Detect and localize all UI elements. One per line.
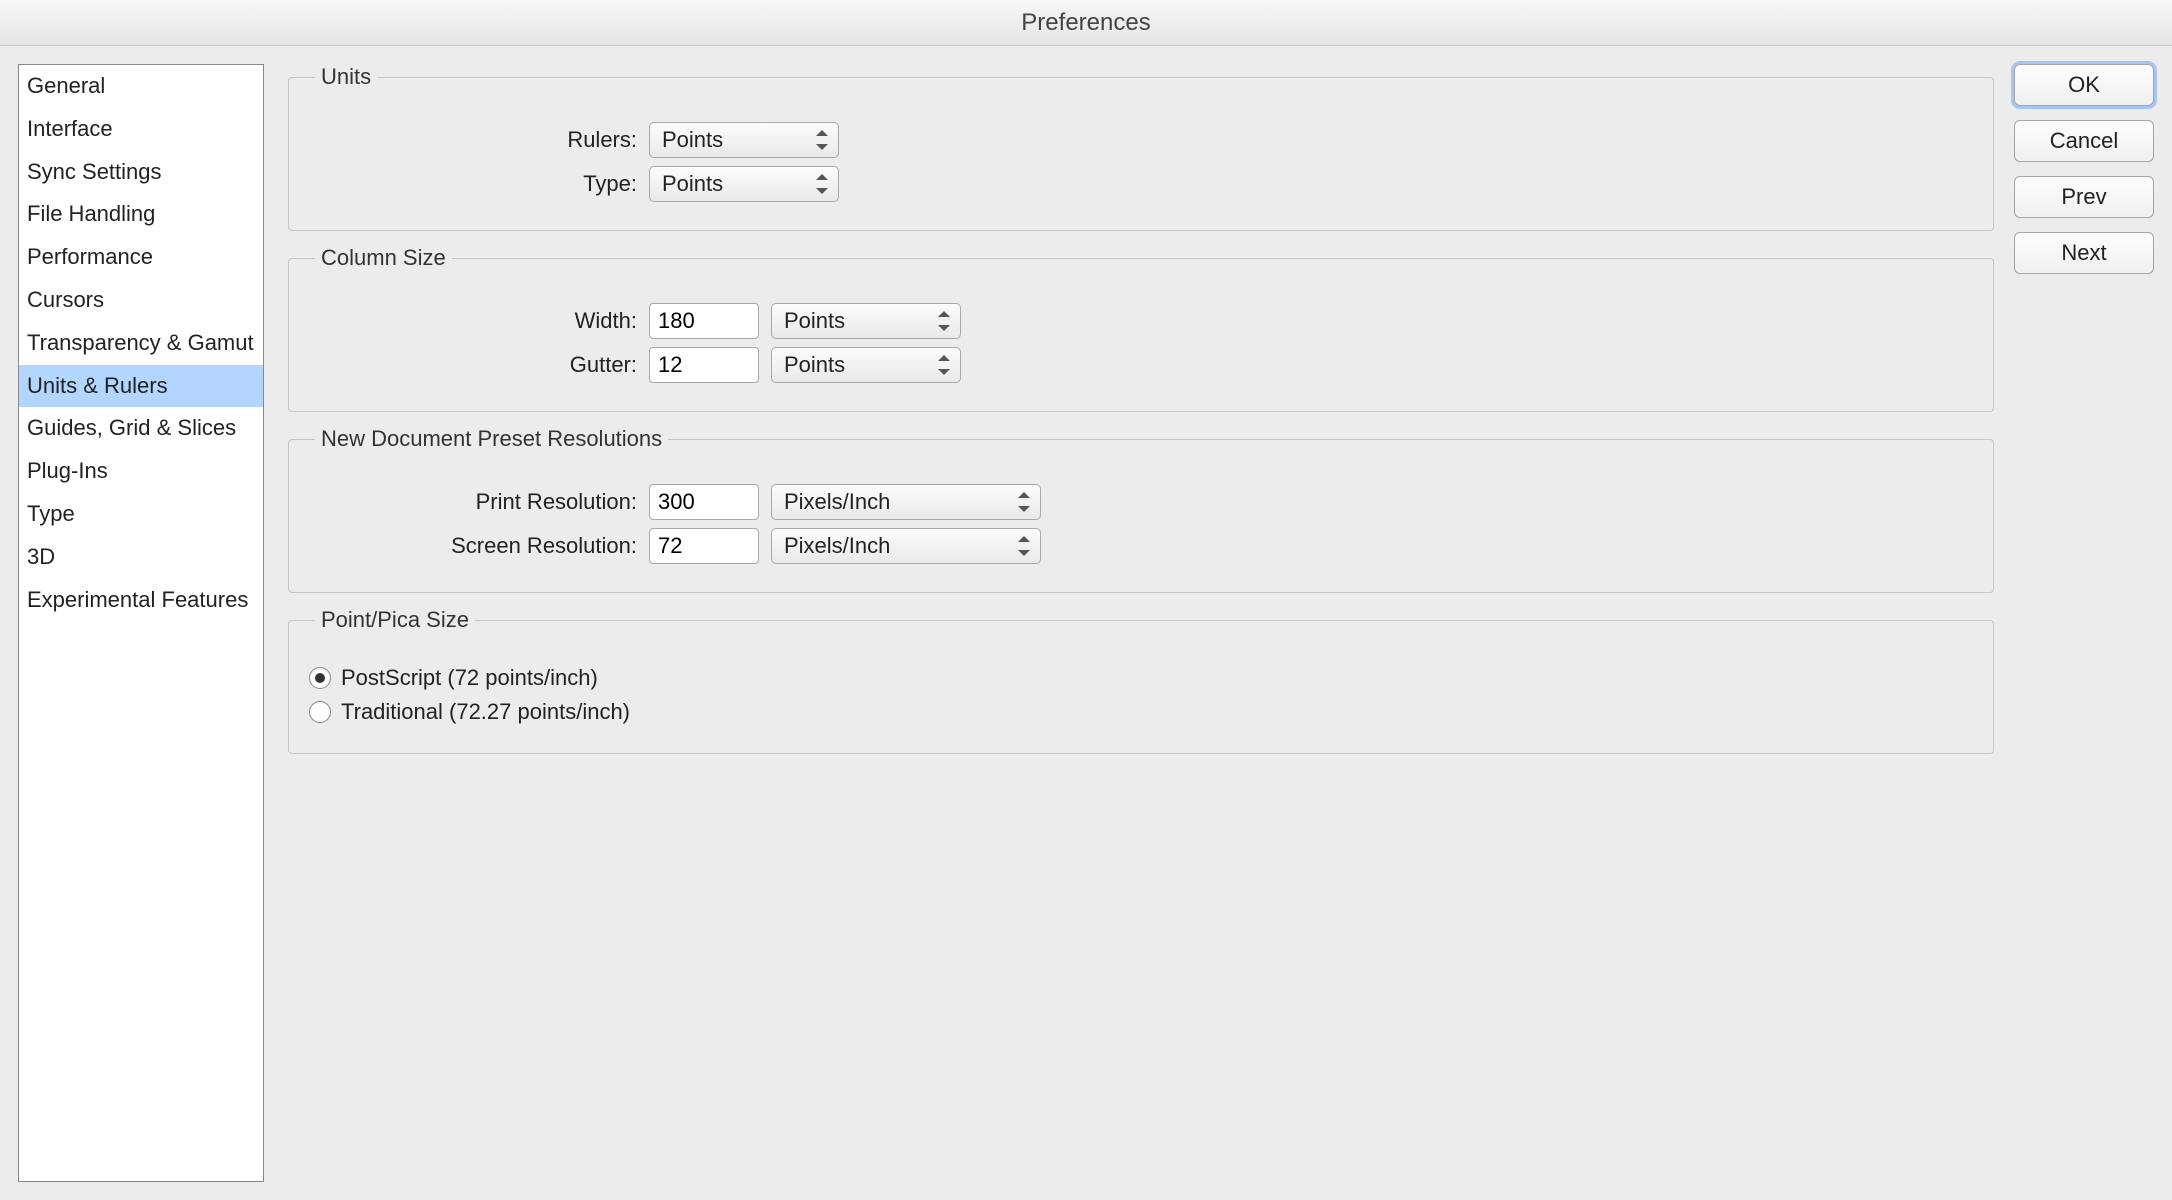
prev-button[interactable]: Prev [2014, 176, 2154, 218]
traditional-radio-row[interactable]: Traditional (72.27 points/inch) [309, 699, 1973, 725]
updown-caret-icon [1018, 492, 1032, 512]
sidebar-item-experimental-features[interactable]: Experimental Features [19, 579, 263, 622]
sidebar-item-label: Guides, Grid & Slices [27, 415, 236, 440]
print-resolution-unit-select[interactable]: Pixels/Inch [771, 484, 1041, 520]
gutter-input[interactable] [649, 347, 759, 383]
type-label: Type: [309, 171, 649, 197]
ok-button-label: OK [2068, 72, 2100, 97]
print-resolution-input[interactable] [649, 484, 759, 520]
sidebar-item-label: File Handling [27, 201, 155, 226]
next-button[interactable]: Next [2014, 232, 2154, 274]
resolutions-group: New Document Preset Resolutions Print Re… [288, 426, 1994, 593]
screen-resolution-unit-select[interactable]: Pixels/Inch [771, 528, 1041, 564]
postscript-radio[interactable] [309, 667, 331, 689]
updown-caret-icon [1018, 536, 1032, 556]
sidebar-item-label: 3D [27, 544, 55, 569]
traditional-radio-label: Traditional (72.27 points/inch) [341, 699, 630, 725]
type-select[interactable]: Points [649, 166, 839, 202]
sidebar-item-label: Interface [27, 116, 113, 141]
ok-button[interactable]: OK [2014, 64, 2154, 106]
sidebar-item-units-rulers[interactable]: Units & Rulers [19, 365, 263, 408]
main-panel: Units Rulers: Points Type: Points [288, 64, 2014, 1182]
sidebar-item-label: Plug-Ins [27, 458, 108, 483]
sidebar-item-label: Transparency & Gamut [27, 330, 254, 355]
updown-caret-icon [816, 174, 830, 194]
gutter-unit-value: Points [784, 352, 845, 378]
sidebar-item-label: Experimental Features [27, 587, 248, 612]
window-title: Preferences [1021, 9, 1150, 36]
traditional-radio[interactable] [309, 701, 331, 723]
screen-resolution-label: Screen Resolution: [309, 533, 649, 559]
sidebar-item-cursors[interactable]: Cursors [19, 279, 263, 322]
resolutions-legend: New Document Preset Resolutions [315, 426, 668, 452]
sidebar-item-3d[interactable]: 3D [19, 536, 263, 579]
dialog-buttons: OK Cancel Prev Next [2014, 64, 2154, 1182]
updown-caret-icon [938, 355, 952, 375]
postscript-radio-label: PostScript (72 points/inch) [341, 665, 598, 691]
screen-resolution-input[interactable] [649, 528, 759, 564]
sidebar-item-label: Units & Rulers [27, 373, 168, 398]
width-label: Width: [309, 308, 649, 334]
updown-caret-icon [938, 311, 952, 331]
sidebar-item-label: Sync Settings [27, 159, 162, 184]
category-sidebar: General Interface Sync Settings File Han… [18, 64, 264, 1182]
type-select-value: Points [662, 171, 723, 197]
width-input[interactable] [649, 303, 759, 339]
rulers-select[interactable]: Points [649, 122, 839, 158]
sidebar-item-label: Performance [27, 244, 153, 269]
width-unit-select[interactable]: Points [771, 303, 961, 339]
sidebar-item-guides-grid-slices[interactable]: Guides, Grid & Slices [19, 407, 263, 450]
width-unit-value: Points [784, 308, 845, 334]
point-pica-group: Point/Pica Size PostScript (72 points/in… [288, 607, 1994, 754]
column-size-group: Column Size Width: Points Gutter: Point [288, 245, 1994, 412]
sidebar-item-label: Type [27, 501, 75, 526]
screen-resolution-unit-value: Pixels/Inch [784, 533, 890, 559]
units-group: Units Rulers: Points Type: Points [288, 64, 1994, 231]
sidebar-item-file-handling[interactable]: File Handling [19, 193, 263, 236]
sidebar-item-sync-settings[interactable]: Sync Settings [19, 151, 263, 194]
titlebar: Preferences [0, 0, 2172, 46]
next-button-label: Next [2061, 240, 2106, 265]
radio-dot-icon [315, 673, 325, 683]
sidebar-item-interface[interactable]: Interface [19, 108, 263, 151]
column-size-legend: Column Size [315, 245, 452, 271]
units-legend: Units [315, 64, 377, 90]
sidebar-item-label: Cursors [27, 287, 104, 312]
sidebar-item-type[interactable]: Type [19, 493, 263, 536]
point-pica-legend: Point/Pica Size [315, 607, 475, 633]
gutter-unit-select[interactable]: Points [771, 347, 961, 383]
window-body: General Interface Sync Settings File Han… [0, 46, 2172, 1200]
prev-button-label: Prev [2061, 184, 2106, 209]
sidebar-item-label: General [27, 73, 105, 98]
sidebar-item-performance[interactable]: Performance [19, 236, 263, 279]
gutter-label: Gutter: [309, 352, 649, 378]
sidebar-item-general[interactable]: General [19, 65, 263, 108]
print-resolution-label: Print Resolution: [309, 489, 649, 515]
rulers-label: Rulers: [309, 127, 649, 153]
print-resolution-unit-value: Pixels/Inch [784, 489, 890, 515]
sidebar-item-plug-ins[interactable]: Plug-Ins [19, 450, 263, 493]
rulers-select-value: Points [662, 127, 723, 153]
preferences-window: Preferences General Interface Sync Setti… [0, 0, 2172, 1200]
postscript-radio-row[interactable]: PostScript (72 points/inch) [309, 665, 1973, 691]
updown-caret-icon [816, 130, 830, 150]
cancel-button[interactable]: Cancel [2014, 120, 2154, 162]
sidebar-item-transparency-gamut[interactable]: Transparency & Gamut [19, 322, 263, 365]
cancel-button-label: Cancel [2050, 128, 2118, 153]
